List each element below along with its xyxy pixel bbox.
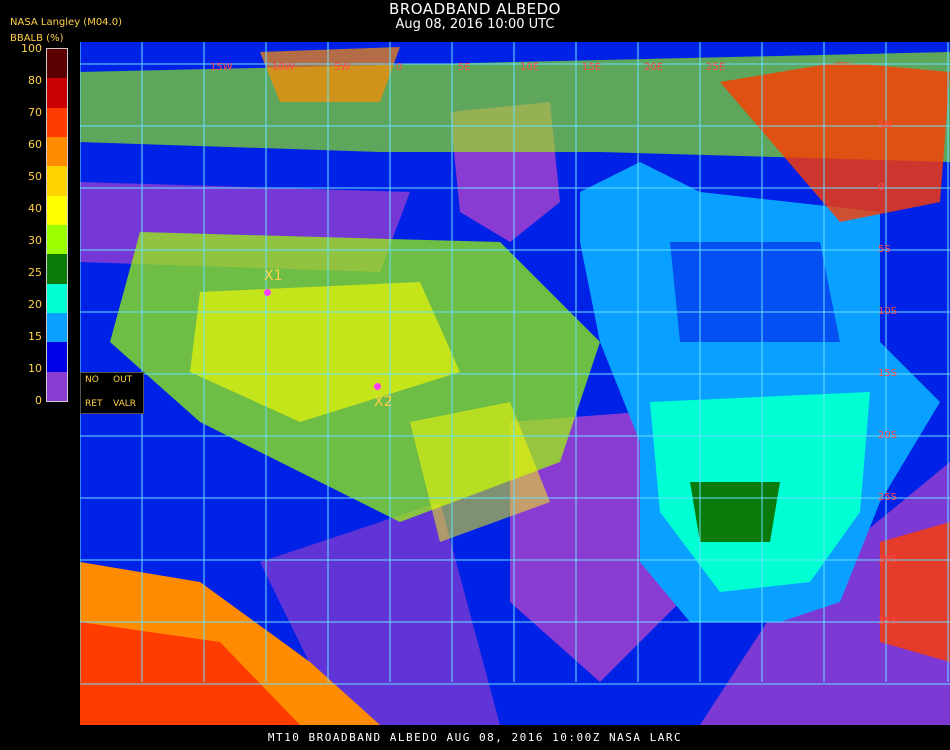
- colorbar-tick-label: 20: [28, 298, 42, 311]
- colorbar-tick-label: 80: [28, 74, 42, 87]
- colorbar-segment: [47, 283, 67, 313]
- longitude-label: 10W: [272, 62, 295, 73]
- latitude-label: 30S: [878, 554, 897, 565]
- colorbar-segment: [47, 137, 67, 167]
- marker-x1-label: X1: [264, 268, 283, 284]
- colorbar-segment: [47, 371, 67, 401]
- marker-x2: X2: [374, 378, 393, 410]
- marker-x1-dot: [264, 289, 271, 296]
- latitude-label: 0: [878, 182, 884, 193]
- longitude-label: 5E: [458, 62, 471, 73]
- legend-out: OUT: [113, 375, 133, 385]
- longitude-label: 20E: [644, 62, 663, 73]
- latitude-label: 5S: [878, 244, 891, 255]
- longitude-label: 15W: [210, 62, 233, 73]
- legend-box: NO OUT RET VALR: [80, 372, 144, 414]
- colorbar-tick-label: 100: [21, 42, 42, 55]
- colorbar-segment: [47, 342, 67, 372]
- legend-valr: VALR: [113, 399, 137, 409]
- longitude-label: 25E: [706, 62, 725, 73]
- longitude-label: 10E: [520, 62, 539, 73]
- albedo-map: 15W 10W 5W 0 5E 10E 15E 20E 25E 5N 0 5S 10S 15S 20S 25S…: [80, 42, 950, 725]
- colorbar-tick-label: 30: [28, 234, 42, 247]
- colorbar-tick-label: 50: [28, 170, 42, 183]
- colorbar-segment: [47, 254, 67, 284]
- colorbar-tick-label: 25: [28, 266, 42, 279]
- colorbar-tick-label: 60: [28, 138, 42, 151]
- latitude-label: 5N: [878, 120, 892, 131]
- colorbar-tick-label: 10: [28, 362, 42, 375]
- latitude-label: 10S: [878, 306, 897, 317]
- longitude-label: 0: [396, 62, 402, 73]
- latitude-label: 15S: [878, 368, 897, 379]
- map-timestamp: Aug 08, 2016 10:00 UTC: [395, 17, 555, 32]
- colorbar-tick-label: 0: [35, 394, 42, 407]
- latitude-label: 25S: [878, 492, 897, 503]
- longitude-label: 5W: [334, 62, 350, 73]
- latitude-label: 20S: [878, 430, 897, 441]
- longitude-label: 15E: [582, 62, 601, 73]
- legend-ret: RET: [85, 399, 103, 409]
- colorbar-segment: [47, 225, 67, 255]
- latitude-label: 35S: [878, 616, 897, 627]
- legend-no: NO: [85, 375, 99, 385]
- marker-x2-dot: [374, 383, 381, 390]
- colorbar-tick-label: 40: [28, 202, 42, 215]
- colorbar-tick-label: 15: [28, 330, 42, 343]
- map-panel: 15W 10W 5W 0 5E 10E 15E 20E 25E 5N 0 5S 10S 15S 20S 25S…: [80, 42, 950, 725]
- marker-x2-label: X2: [374, 394, 393, 410]
- colorbar-segment: [47, 195, 67, 225]
- colorbar-segment: [47, 78, 67, 108]
- marker-x1: X1: [264, 268, 283, 300]
- map-title: BROADBAND ALBEDO: [389, 0, 561, 18]
- colorbar-segment: [47, 107, 67, 137]
- producer-label: NASA Langley (M04.0): [10, 17, 122, 28]
- footer-caption: MT10 BROADBAND ALBEDO AUG 08, 2016 10:00…: [267, 731, 683, 744]
- colorbar: [46, 48, 68, 402]
- colorbar-tick-label: 70: [28, 106, 42, 119]
- colorbar-segment: [47, 313, 67, 343]
- colorbar-segment: [47, 49, 67, 79]
- colorbar-segment: [47, 166, 67, 196]
